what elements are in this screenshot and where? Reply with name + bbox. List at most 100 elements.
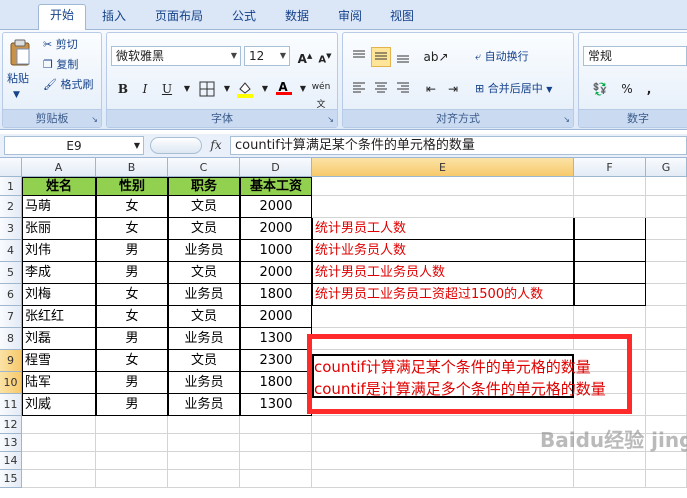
chevron-down-icon[interactable]: ▼ [217,79,237,99]
row-header[interactable]: 1 [0,177,22,196]
dialog-launcher-icon[interactable]: ↘ [563,115,570,124]
currency-icon[interactable]: 💱 [585,79,615,99]
cell[interactable] [312,452,574,470]
row-header[interactable]: 3 [0,218,22,240]
percent-button[interactable]: % [617,79,637,99]
cell[interactable] [240,470,312,488]
cell[interactable]: 男 [96,394,168,416]
cell[interactable]: 男 [96,262,168,284]
align-top-icon[interactable] [349,47,369,67]
cell[interactable] [22,470,96,488]
cell[interactable]: 统计男员工人数 [312,218,574,240]
row-header[interactable]: 13 [0,434,22,452]
cell[interactable] [646,470,687,488]
grow-font-icon[interactable]: A▲ [295,46,315,66]
align-center-icon[interactable] [371,79,391,99]
cell[interactable] [574,262,646,284]
cell[interactable]: 女 [96,196,168,218]
cell[interactable]: 男 [96,240,168,262]
cell[interactable] [574,284,646,306]
column-header-f[interactable]: F [574,158,646,177]
cell[interactable] [312,196,574,218]
tab-page-layout[interactable]: 页面布局 [148,6,210,30]
row-header[interactable]: 4 [0,240,22,262]
tab-view[interactable]: 视图 [384,6,420,30]
cell[interactable]: 1800 [240,284,312,306]
format-painter-button[interactable]: 🖌 格式刷 [43,77,93,93]
column-header-b[interactable]: B [96,158,168,177]
chevron-down-icon[interactable]: ▼ [177,79,197,99]
column-header-g[interactable]: G [646,158,687,177]
cell[interactable] [240,416,312,434]
cell[interactable] [646,372,687,394]
fill-color-icon[interactable] [235,79,255,99]
row-header[interactable]: 14 [0,452,22,470]
row-header[interactable]: 7 [0,306,22,328]
cell[interactable]: 2000 [240,306,312,328]
cell[interactable]: 2300 [240,350,312,372]
wrap-text-button[interactable]: ⤶ 自动换行 [475,49,529,65]
borders-icon[interactable] [197,79,217,99]
cell[interactable]: 女 [96,350,168,372]
cell[interactable]: 男 [96,372,168,394]
cell[interactable]: 性别 [96,177,168,196]
cell[interactable]: 女 [96,306,168,328]
column-header-a[interactable]: A [22,158,96,177]
cell[interactable]: 2000 [240,196,312,218]
italic-button[interactable]: I [135,79,155,99]
paste-icon[interactable] [9,39,31,67]
cell[interactable] [312,434,574,452]
merge-center-button[interactable]: ⊞ 合并后居中 ▼ [475,81,552,98]
cell[interactable] [168,416,240,434]
cell[interactable]: 基本工资 [240,177,312,196]
cell[interactable] [574,452,646,470]
font-color-icon[interactable]: A [273,77,293,97]
shrink-font-icon[interactable]: A▼ [315,46,335,66]
phonetic-icon[interactable]: wén 文 [307,77,335,110]
font-size-select[interactable]: 12 ▼ [244,46,290,66]
cell[interactable] [168,470,240,488]
cell[interactable]: 文员 [168,306,240,328]
copy-button[interactable]: ❐ 复制 [43,57,78,73]
cell[interactable]: 职务 [168,177,240,196]
tab-review[interactable]: 审阅 [332,6,368,30]
row-header[interactable]: 6 [0,284,22,306]
cell[interactable]: 文员 [168,262,240,284]
cell[interactable]: 张红红 [22,306,96,328]
cell[interactable] [646,452,687,470]
align-right-icon[interactable] [393,79,413,99]
cell[interactable]: 1300 [240,394,312,416]
number-format-select[interactable]: 常规 [583,46,687,66]
chevron-down-icon[interactable]: ▼ [255,79,275,99]
row-header[interactable]: 8 [0,328,22,350]
cell[interactable]: 刘磊 [22,328,96,350]
cell[interactable]: 刘伟 [22,240,96,262]
row-header[interactable]: 5 [0,262,22,284]
paste-button[interactable]: 粘贴 [7,71,29,87]
cell[interactable]: 业务员 [168,284,240,306]
cell[interactable]: 文员 [168,196,240,218]
cell[interactable] [240,452,312,470]
cell[interactable] [312,177,574,196]
column-header-e[interactable]: E [312,158,574,177]
tab-data[interactable]: 数据 [279,6,315,30]
cell[interactable]: 陆军 [22,372,96,394]
tab-insert[interactable]: 插入 [96,6,132,30]
cell[interactable] [96,452,168,470]
cell[interactable]: 程雪 [22,350,96,372]
row-header[interactable]: 9 [0,350,22,372]
tab-home[interactable]: 开始 [38,4,86,31]
cell[interactable]: 文员 [168,218,240,240]
cell[interactable] [22,434,96,452]
cell[interactable]: 业务员 [168,372,240,394]
column-header-c[interactable]: C [168,158,240,177]
align-left-icon[interactable] [349,79,369,99]
cell[interactable] [312,416,574,434]
cell[interactable]: 马萌 [22,196,96,218]
align-middle-icon[interactable] [371,47,391,67]
cell[interactable] [646,196,687,218]
cell[interactable]: 文员 [168,350,240,372]
cell[interactable]: 统计男员工业务员人数 [312,262,574,284]
cell[interactable]: 女 [96,218,168,240]
cell[interactable]: 2000 [240,262,312,284]
